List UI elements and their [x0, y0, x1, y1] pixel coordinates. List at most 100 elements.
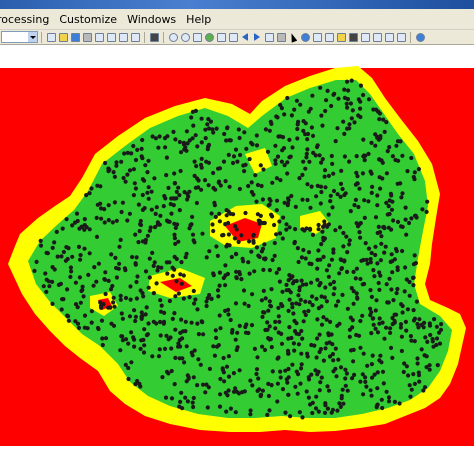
settlement-point	[119, 311, 124, 316]
settlement-point	[284, 377, 289, 382]
settlement-point	[89, 186, 94, 191]
settlement-point	[126, 376, 131, 382]
settlement-point	[270, 180, 275, 185]
settlement-point	[331, 250, 336, 255]
measure-icon[interactable]	[324, 32, 334, 42]
settlement-point	[351, 289, 356, 294]
settlement-point	[138, 288, 143, 293]
settlement-point	[347, 327, 352, 332]
menu-customize[interactable]: Customize	[54, 9, 122, 30]
settlement-point	[191, 288, 196, 294]
python-icon[interactable]	[384, 32, 394, 42]
settlement-point	[338, 365, 344, 370]
settlement-point	[155, 220, 160, 225]
identify-icon[interactable]	[300, 32, 310, 42]
select-pointer-icon[interactable]	[288, 31, 298, 43]
select-features-icon[interactable]	[264, 32, 274, 42]
settlement-point	[213, 328, 218, 333]
settlement-point	[136, 202, 141, 207]
settlement-point	[407, 279, 412, 285]
settlement-point	[353, 276, 358, 281]
menu-help[interactable]: Help	[181, 9, 216, 30]
settlement-point	[299, 255, 304, 260]
menu-windows[interactable]: Windows	[122, 9, 181, 30]
fixed-zoom-out-icon[interactable]	[228, 32, 238, 42]
settlement-point	[95, 202, 100, 207]
binoculars-icon[interactable]	[348, 32, 358, 42]
settlement-point	[78, 253, 83, 258]
undo-icon[interactable]	[149, 32, 159, 42]
settlement-point	[296, 342, 301, 347]
chevron-down-icon[interactable]	[28, 32, 37, 42]
settlement-point	[310, 410, 315, 416]
settlement-point	[314, 144, 320, 150]
cut-icon[interactable]	[94, 32, 104, 42]
settlement-point	[403, 265, 408, 270]
model-builder-icon[interactable]	[396, 32, 406, 42]
zoom-out-icon[interactable]	[180, 32, 190, 42]
settlement-point	[388, 345, 394, 350]
zoom-in-icon[interactable]	[168, 32, 178, 42]
settlement-point	[225, 271, 230, 277]
scale-dropdown[interactable]	[1, 31, 38, 43]
settlement-point	[131, 167, 136, 172]
delete-icon[interactable]	[130, 32, 140, 42]
fixed-zoom-icon[interactable]	[216, 32, 226, 42]
copy-icon[interactable]	[106, 32, 116, 42]
settlement-point	[386, 204, 391, 209]
menu-geoprocessing[interactable]: rocessing	[0, 9, 54, 30]
open-icon[interactable]	[58, 32, 68, 42]
settlement-point	[158, 319, 163, 325]
settlement-point	[360, 171, 365, 176]
settlement-point	[435, 363, 440, 368]
hyperlink-icon[interactable]	[336, 32, 346, 42]
catalog-icon[interactable]	[360, 32, 370, 42]
settlement-point	[78, 257, 83, 262]
settlement-point	[145, 233, 150, 238]
settlement-point	[366, 97, 372, 102]
settlement-point	[123, 179, 128, 184]
print-icon[interactable]	[82, 32, 92, 42]
settlement-point	[354, 154, 359, 159]
settlement-point	[267, 324, 272, 329]
settlement-point	[275, 399, 280, 404]
settlement-point	[199, 140, 204, 145]
settlement-point	[172, 382, 177, 387]
settlement-point	[416, 370, 421, 375]
settlement-point	[333, 139, 338, 144]
settlement-point	[206, 183, 211, 188]
back-extent-icon[interactable]	[242, 33, 248, 41]
settlement-point	[237, 272, 242, 277]
toolbox-icon[interactable]	[372, 32, 382, 42]
settlement-point	[226, 374, 232, 379]
forward-extent-icon[interactable]	[254, 33, 260, 41]
new-document-icon[interactable]	[46, 32, 56, 42]
settlement-point	[349, 116, 354, 121]
settlement-point	[139, 146, 144, 151]
settlement-point	[176, 291, 181, 296]
settlement-point	[330, 352, 335, 357]
settlement-point	[131, 143, 136, 149]
settlement-point	[134, 255, 139, 260]
settlement-point	[362, 215, 367, 220]
settlement-point	[102, 220, 107, 225]
settlement-point	[325, 384, 330, 389]
map-canvas[interactable]	[0, 46, 474, 474]
settlement-point	[345, 250, 350, 255]
settlement-point	[76, 325, 82, 330]
pan-icon[interactable]	[192, 32, 202, 42]
arcgis-online-icon[interactable]	[415, 32, 425, 42]
settlement-point	[269, 345, 274, 350]
settlement-point	[326, 388, 332, 393]
paste-icon[interactable]	[118, 32, 128, 42]
full-extent-icon[interactable]	[204, 32, 214, 42]
settlement-point	[380, 369, 386, 374]
settlement-point	[294, 321, 299, 326]
save-icon[interactable]	[70, 32, 80, 42]
settlement-point	[158, 298, 163, 303]
settlement-point	[225, 126, 230, 131]
find-icon[interactable]	[312, 32, 322, 42]
clear-selection-icon[interactable]	[276, 32, 286, 42]
settlement-point	[390, 355, 395, 360]
settlement-point	[145, 190, 150, 195]
